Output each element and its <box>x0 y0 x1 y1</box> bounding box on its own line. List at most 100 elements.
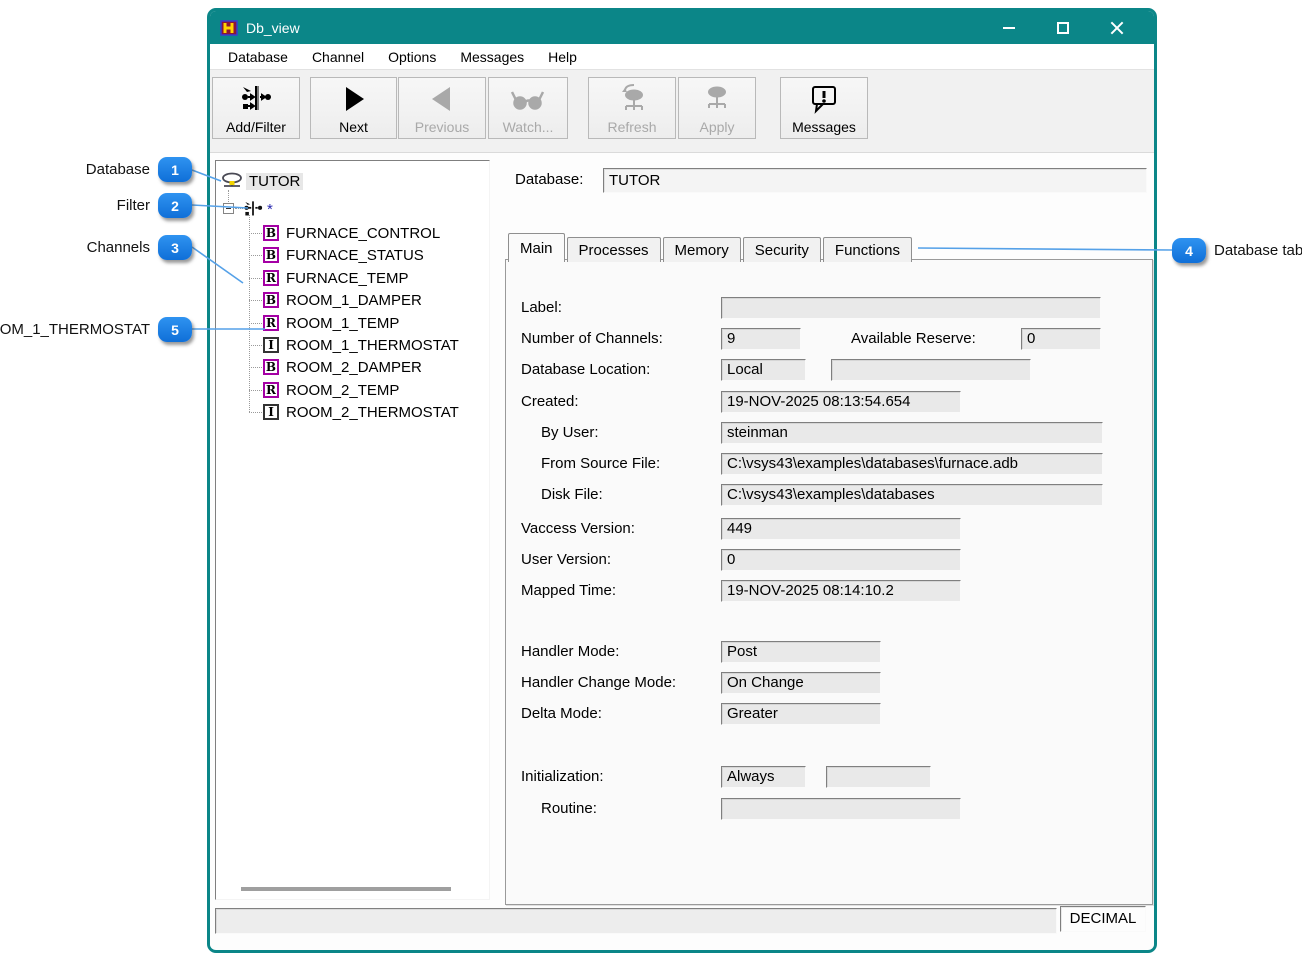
database-name-field[interactable]: TUTOR <box>603 168 1147 193</box>
callout-label-text: Channels <box>87 239 150 256</box>
toolbar-button-messages[interactable]: Messages <box>780 77 868 139</box>
tree-connector <box>235 208 243 209</box>
tab-functions[interactable]: Functions <box>823 237 912 262</box>
channel-name: FURNACE_TEMP <box>286 270 409 287</box>
client-area: TUTOR * B FURNACE_CONTROL BFURNACE_STATUS R FU… <box>210 153 1154 949</box>
channel-tree[interactable]: TUTOR * B FURNACE_CONTROL BFURNACE_STATUS R FU… <box>215 160 490 900</box>
callout-database: Database1 <box>86 157 192 182</box>
callout-filter: Filter2 <box>117 193 192 218</box>
field-label: Handler Change Mode: <box>521 672 676 694</box>
tree-item-room-1-thermostat[interactable]: IROOM_1_THERMOSTAT <box>263 335 490 355</box>
status-message-field <box>215 908 1057 934</box>
toolbar-button-label: Watch... <box>503 119 554 136</box>
toolbar-button-watch[interactable]: Watch... <box>488 77 568 139</box>
form-row-number-of-channels: Number of Channels:9Available Reserve:0 <box>506 328 1152 350</box>
close-button[interactable] <box>1102 15 1132 41</box>
form-row-routine: Routine: <box>506 798 1152 820</box>
minimize-button[interactable] <box>994 15 1024 41</box>
toolbar-button-previous[interactable]: Previous <box>398 77 486 139</box>
tree-item-room-2-temp[interactable]: RROOM_2_TEMP <box>263 380 490 400</box>
tree-expand-box[interactable] <box>223 203 234 214</box>
form-row-handler-mode: Handler Mode:Post <box>506 641 1152 663</box>
title-bar[interactable]: Db_view <box>210 11 1154 44</box>
toolbar-button-label: Messages <box>792 119 856 136</box>
mapped-time-value-field[interactable]: 19-NOV-2025 08:14:10.2 <box>721 580 961 602</box>
tree-item-room-2-thermostat[interactable]: IROOM_2_THERMOSTAT <box>263 402 490 422</box>
routine-value-field[interactable] <box>721 798 961 820</box>
callout-badge-5: 5 <box>158 317 192 342</box>
form-row-mapped-time: Mapped Time: 19-NOV-2025 08:14:10.2 <box>506 580 1152 602</box>
form-row-label: Label: <box>506 297 1152 319</box>
field-label: Disk File: <box>541 484 603 506</box>
by-user-value-field[interactable]: steinman <box>721 422 1103 444</box>
tree-item-room-1-temp[interactable]: RROOM_1_TEMP <box>263 313 490 333</box>
tab-security[interactable]: Security <box>743 237 821 262</box>
field-label-secondary: Available Reserve: <box>851 328 976 350</box>
previous-icon <box>429 78 455 119</box>
field-label: By User: <box>541 422 599 444</box>
disk-file-value-field[interactable]: C:\vsys43\examples\databases <box>721 484 1103 506</box>
field-label: Mapped Time: <box>521 580 616 602</box>
initialization-value-field[interactable]: Always <box>721 766 806 788</box>
tree-filter-node[interactable]: * <box>243 199 273 219</box>
tree-root-database[interactable]: TUTOR <box>221 171 303 191</box>
tree-horizontal-scrollbar[interactable] <box>241 887 451 891</box>
tab-main[interactable]: Main <box>508 233 565 262</box>
channel-type-icon-b: B <box>263 225 279 241</box>
apply-icon <box>699 78 735 119</box>
user-version-value-field[interactable]: 0 <box>721 549 961 571</box>
created-value-field[interactable]: 19-NOV-2025 08:13:54.654 <box>721 391 961 413</box>
toolbar-button-refresh[interactable]: Refresh <box>588 77 676 139</box>
field-label: Database Location: <box>521 359 650 381</box>
from-source-file-value-field[interactable]: C:\vsys43\examples\databases\furnace.adb <box>721 453 1103 475</box>
channel-name: ROOM_1_DAMPER <box>286 292 422 309</box>
add-filter-icon <box>239 78 273 119</box>
tree-item-furnace-status[interactable]: BFURNACE_STATUS <box>263 245 490 265</box>
number-of-channels-value-field[interactable]: 9 <box>721 328 801 350</box>
number-of-channels-value-field[interactable]: 0 <box>1021 328 1101 350</box>
label-value-field[interactable] <box>721 297 1101 319</box>
form-row-by-user: By User: steinman <box>506 422 1152 444</box>
initialization-value-field[interactable] <box>826 766 931 788</box>
menu-item-help[interactable]: Help <box>538 46 587 68</box>
maximize-button[interactable] <box>1048 15 1078 41</box>
handler-mode-value-field[interactable]: Post <box>721 641 881 663</box>
tree-item-room-2-damper[interactable]: BROOM_2_DAMPER <box>263 357 490 377</box>
tab-memory[interactable]: Memory <box>663 237 741 262</box>
channel-name: ROOM_2_TEMP <box>286 382 399 399</box>
tree-item-furnace-temp[interactable]: R FURNACE_TEMP <box>263 268 490 288</box>
menu-item-options[interactable]: Options <box>378 46 446 68</box>
database-field-label: Database: <box>515 169 583 191</box>
channel-type-icon-i: I <box>263 337 279 353</box>
window-title: Db_view <box>246 20 300 36</box>
handler-change-mode-value-field[interactable]: On Change <box>721 672 881 694</box>
database-location-value-field[interactable]: Local <box>721 359 806 381</box>
channel-name: FURNACE_CONTROL <box>286 225 440 242</box>
callout-label-text: Filter <box>117 197 150 214</box>
callout-label-text: Database <box>86 161 150 178</box>
toolbar: Add/FilterNextPrevious Watch... RefreshApp… <box>210 70 1154 153</box>
tab-processes[interactable]: Processes <box>567 237 661 262</box>
tree-item-furnace-control[interactable]: B FURNACE_CONTROL <box>263 223 490 243</box>
status-mode-indicator[interactable]: DECIMAL <box>1060 906 1146 932</box>
database-location-value-field[interactable] <box>831 359 1031 381</box>
tree-item-room-1-damper[interactable]: BROOM_1_DAMPER <box>263 290 490 310</box>
menu-item-messages[interactable]: Messages <box>450 46 534 68</box>
field-label: Created: <box>521 391 579 413</box>
menu-item-channel[interactable]: Channel <box>302 46 374 68</box>
toolbar-button-apply[interactable]: Apply <box>678 77 756 139</box>
main-tab-panel: Label:Number of Channels:9Available Rese… <box>505 259 1153 905</box>
toolbar-button-add-filter[interactable]: Add/Filter <box>212 77 300 139</box>
tree-connector <box>249 278 262 279</box>
callout-channels: Channels 3 <box>87 235 192 260</box>
menu-item-database[interactable]: Database <box>218 46 298 68</box>
minimize-icon <box>1003 27 1015 29</box>
callout-badge-3: 3 <box>158 235 192 260</box>
vaccess-version-value-field[interactable]: 449 <box>721 518 961 540</box>
app-window: Db_view DatabaseChannelOptionsMessagesHe… <box>207 8 1157 953</box>
tree-connector <box>249 345 262 346</box>
channel-type-icon-r: R <box>263 270 279 286</box>
next-icon <box>341 78 367 119</box>
delta-mode-value-field[interactable]: Greater <box>721 703 881 725</box>
toolbar-button-next[interactable]: Next <box>310 77 397 139</box>
